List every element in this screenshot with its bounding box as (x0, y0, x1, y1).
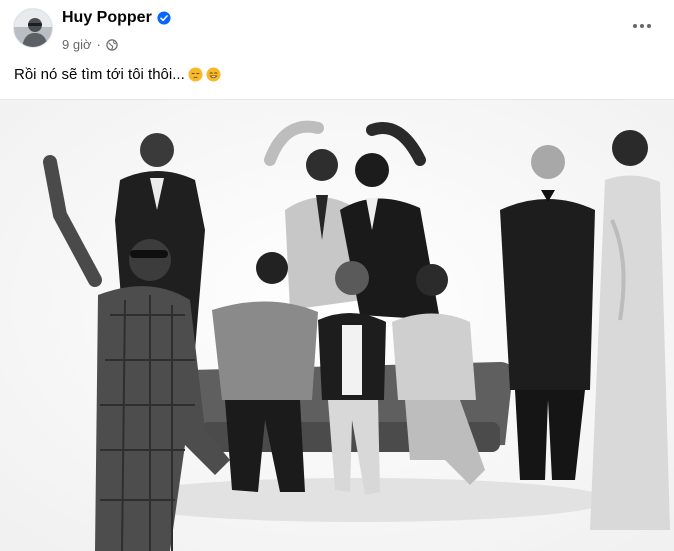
post-photo[interactable] (0, 100, 674, 551)
verified-badge-icon (157, 11, 171, 25)
author-row: Huy Popper (62, 9, 171, 27)
post-timestamp[interactable]: 9 giờ (62, 37, 92, 52)
group-photo-image (0, 100, 674, 551)
avatar-image (14, 9, 52, 47)
more-options-button[interactable] (626, 12, 658, 40)
author-avatar[interactable] (13, 8, 53, 48)
post-meta: 9 giờ · (62, 37, 118, 52)
meta-separator: · (96, 37, 101, 52)
more-options-icon (633, 24, 651, 28)
grinning-face-emoji (206, 67, 221, 82)
post-header: Huy Popper 9 giờ · (0, 0, 674, 60)
caption-text: Rồi nó sẽ tìm tới tôi thôi... (14, 66, 185, 83)
pensive-face-emoji (188, 67, 203, 82)
post-caption: Rồi nó sẽ tìm tới tôi thôi... (14, 66, 221, 83)
globe-icon[interactable] (106, 38, 118, 51)
author-name[interactable]: Huy Popper (62, 9, 152, 27)
